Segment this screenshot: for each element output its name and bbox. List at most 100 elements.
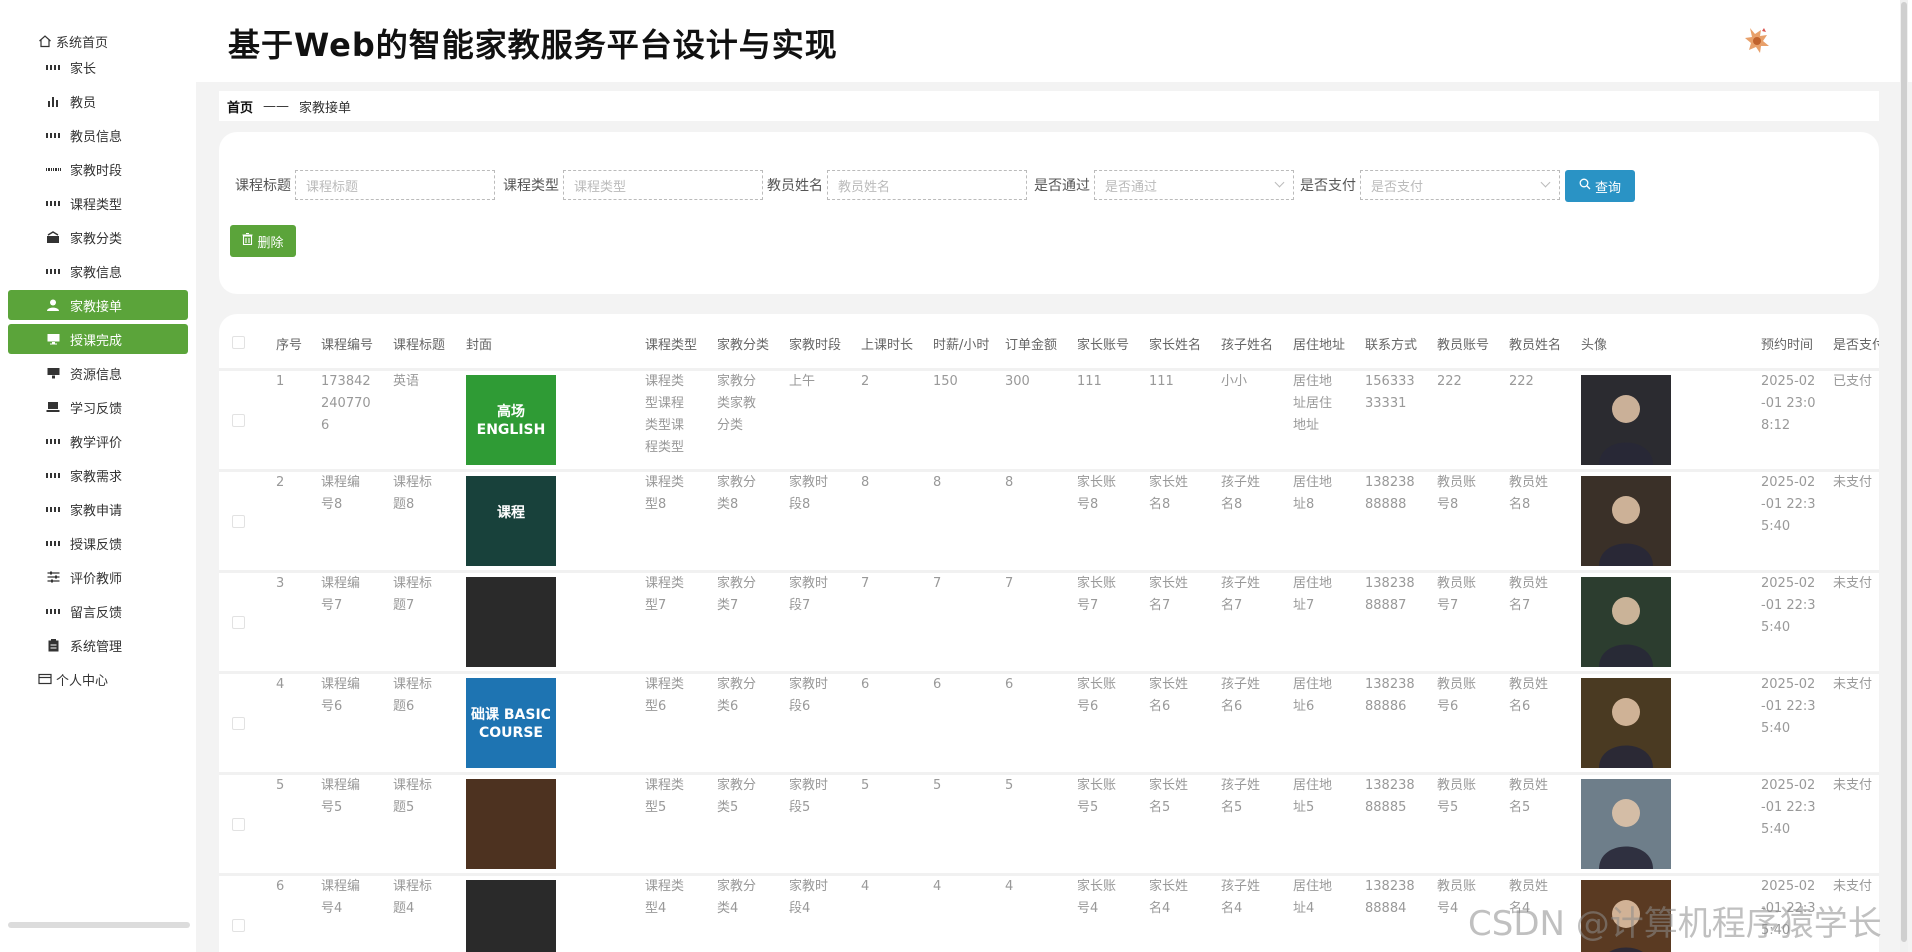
table-row[interactable]: 4 课程编号6 课程标题6 课程类型6 家教分类6 家教时段6 6 6 6 家长账号6 家长姓名6 孩…	[219, 671, 1879, 769]
teacher-avatar-image[interactable]	[1581, 375, 1671, 465]
paid-select[interactable]: 是否支付	[1360, 170, 1560, 200]
column-header[interactable]: 预约时间	[1761, 334, 1813, 353]
sidebar-item-teaching-evaluation[interactable]: 教学评价	[8, 426, 188, 456]
cell-parent-name: 家长姓名8	[1149, 475, 1189, 512]
passed-select[interactable]: 是否通过	[1094, 170, 1294, 200]
column-header[interactable]: 是否支付	[1833, 334, 1879, 353]
table-row[interactable]: 3 课程编号7 课程标题7 课程类型7 家教分类7 家教时段7 7 7 7 家长账号7 家长姓名7 孩…	[219, 570, 1879, 668]
column-header[interactable]: 教员账号	[1437, 334, 1489, 353]
cell-code: 1738422407706	[321, 374, 371, 433]
row-checkbox[interactable]	[232, 717, 245, 730]
grid-icon	[46, 536, 60, 550]
column-header[interactable]: 家长姓名	[1149, 334, 1201, 353]
column-header[interactable]: 序号	[276, 334, 302, 353]
table-row[interactable]: 1 1738422407706 英语 课程类型课程类型课程类型 家教分类家教分类 上午 2 1…	[219, 368, 1879, 466]
sidebar-item-rate-teachers[interactable]: 评价教师	[8, 562, 188, 592]
sidebar-item-teaching-feedback[interactable]: 授课反馈	[8, 528, 188, 558]
row-checkbox[interactable]	[232, 919, 245, 932]
column-header[interactable]: 订单金额	[1005, 334, 1057, 353]
table-row[interactable]: 5 课程编号5 课程标题5 课程类型5 家教分类5 家教时段5 5 5 5 家长账号5 家长姓名5 孩…	[219, 772, 1879, 870]
cell-no: 1	[276, 374, 285, 389]
sidebar-item-messages[interactable]: 留言反馈	[8, 596, 188, 626]
sidebar-item-teacher-info[interactable]: 教员信息	[8, 120, 188, 150]
sidebar-item-parents[interactable]: 家长	[8, 52, 188, 82]
sidebar-item-tutoring-applications[interactable]: 家教申请	[8, 494, 188, 524]
cell-paid: 未支付	[1833, 677, 1873, 692]
sidebar-item-course-types[interactable]: 课程类型	[8, 188, 188, 218]
sidebar-item-lessons-completed[interactable]: 授课完成	[8, 324, 188, 354]
sidebar-item-tutoring-orders[interactable]: 家教接单	[8, 290, 188, 320]
teacher-name-input[interactable]: 教员姓名	[827, 170, 1027, 200]
column-header[interactable]: 头像	[1581, 334, 1607, 353]
sidebar-item-tutoring-periods[interactable]: 家教时段	[8, 154, 188, 184]
cell-duration: 5	[861, 778, 870, 793]
title-filter: 课程标题 课程标题	[235, 170, 495, 200]
cover-image[interactable]	[466, 779, 556, 869]
column-header[interactable]: 家教时段	[789, 334, 841, 353]
column-header[interactable]: 课程类型	[645, 334, 697, 353]
sidebar-item-tutoring-demands[interactable]: 家教需求	[8, 460, 188, 490]
sidebar-item-system-management[interactable]: 系统管理	[8, 630, 188, 660]
cover-image[interactable]	[466, 577, 556, 667]
column-header[interactable]: 课程编号	[321, 334, 373, 353]
cell-type: 课程类型5	[645, 778, 685, 815]
user-avatar[interactable]	[1740, 22, 1776, 58]
sidebar-item-tutoring-categories[interactable]: 家教分类	[8, 222, 188, 252]
scrollbar-thumb[interactable]	[1901, 2, 1907, 942]
teacher-avatar-image[interactable]	[1581, 476, 1671, 566]
cell-category: 家教分类5	[717, 778, 757, 815]
cell-rate: 5	[933, 778, 942, 793]
cell-phone: 15633333331	[1365, 374, 1415, 411]
column-header[interactable]: 居住地址	[1293, 334, 1345, 353]
cell-category: 家教分类8	[717, 475, 757, 512]
sidebar-item-personal-center[interactable]: 个人中心	[8, 664, 188, 694]
sidebar-item-label: 评价教师	[70, 571, 123, 587]
search-icon	[1579, 178, 1591, 194]
cover-image[interactable]: 础课 BASIC COURSE	[466, 678, 556, 768]
column-header[interactable]: 时薪/小时	[933, 334, 989, 353]
grid-icon	[46, 604, 60, 618]
delete-button[interactable]: 删除	[230, 225, 296, 257]
breadcrumb-home[interactable]: 首页	[227, 97, 253, 116]
teacher-avatar-image[interactable]	[1581, 779, 1671, 869]
table-row[interactable]: 2 课程编号8 课程标题8 课程类型8 家教分类8 家教时段8 8 8 8 家长账号8 家长姓名8 孩…	[219, 469, 1879, 567]
column-header[interactable]: 教员姓名	[1509, 334, 1561, 353]
column-header[interactable]: 孩子姓名	[1221, 334, 1273, 353]
cover-image[interactable]: 课程	[466, 476, 556, 566]
cell-code: 课程编号6	[321, 677, 361, 714]
cell-period: 家教时段7	[789, 576, 829, 613]
row-checkbox[interactable]	[232, 616, 245, 629]
sidebar-item-resources[interactable]: 资源信息	[8, 358, 188, 388]
cover-image[interactable]	[466, 880, 556, 952]
column-header[interactable]: 联系方式	[1365, 334, 1417, 353]
cell-no: 5	[276, 778, 285, 793]
row-checkbox[interactable]	[232, 414, 245, 427]
column-header[interactable]: 家教分类	[717, 334, 769, 353]
cover-image[interactable]: 高场 ENGLISH	[466, 375, 556, 465]
cell-teacher-name: 教员姓名6	[1509, 677, 1549, 714]
column-header[interactable]: 家长账号	[1077, 334, 1129, 353]
column-header[interactable]: 课程标题	[393, 334, 445, 353]
sidebar-item-tutoring-info[interactable]: 家教信息	[8, 256, 188, 286]
sidebar-item-learning-feedback[interactable]: 学习反馈	[8, 392, 188, 422]
row-checkbox[interactable]	[232, 515, 245, 528]
cell-teacher-name: 教员姓名8	[1509, 475, 1549, 512]
monitor-icon	[46, 332, 60, 346]
course-title-input[interactable]: 课程标题	[295, 170, 495, 200]
course-type-input[interactable]: 课程类型	[563, 170, 763, 200]
teacher-avatar-image[interactable]	[1581, 577, 1671, 667]
teacher-avatar-image[interactable]	[1581, 678, 1671, 768]
query-button[interactable]: 查询	[1565, 170, 1635, 202]
column-header[interactable]: 封面	[466, 334, 492, 353]
sidebar-item-teachers[interactable]: 教员	[8, 86, 188, 116]
row-checkbox[interactable]	[232, 818, 245, 831]
grid-icon	[46, 434, 60, 448]
laptop-icon	[46, 400, 60, 414]
breadcrumb-separator: ——	[263, 98, 290, 114]
column-header[interactable]: 上课时长	[861, 334, 913, 353]
cell-parent-name: 家长姓名7	[1149, 576, 1189, 613]
sidebar-scrollbar[interactable]	[8, 922, 190, 928]
select-all-checkbox[interactable]	[232, 336, 245, 349]
page-scrollbar[interactable]	[1900, 0, 1908, 952]
sidebar-item-label: 家长	[70, 61, 97, 77]
